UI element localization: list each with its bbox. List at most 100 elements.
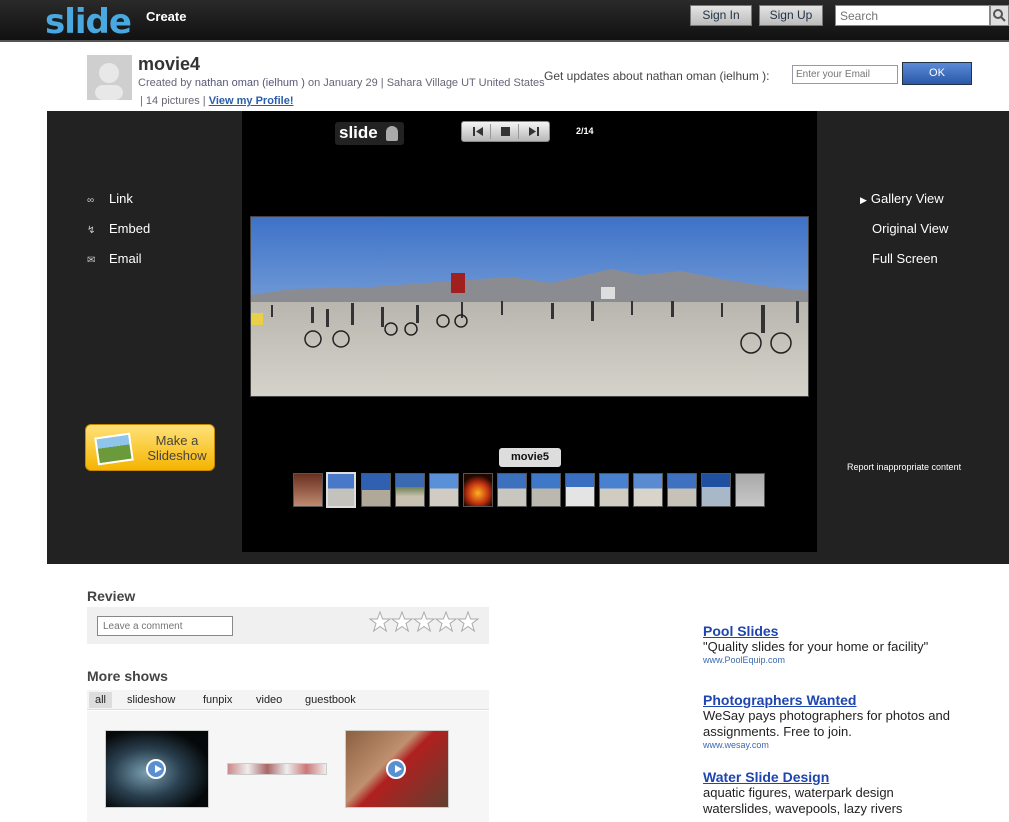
ad-text: "Quality slides for your home or facilit… — [703, 639, 929, 654]
avatar[interactable] — [87, 55, 132, 100]
stop-icon — [501, 127, 510, 136]
show-filter-tabs: all slideshow funpix video guestbook — [87, 690, 489, 710]
play-icon — [386, 759, 406, 779]
slide-counter: 2/14 — [576, 126, 594, 136]
person-icon — [386, 126, 398, 141]
slideshow-stage: slide 2/14 movie5 — [242, 111, 817, 552]
star-icon[interactable] — [413, 611, 435, 633]
sign-up-button[interactable]: Sign Up — [759, 5, 823, 26]
embed-option[interactable]: ↯ Embed — [87, 221, 150, 236]
thumbnail[interactable] — [497, 473, 527, 507]
tab-guestbook[interactable]: guestbook — [299, 692, 362, 708]
top-navigation-bar: slide Create Sign In Sign Up — [0, 0, 1009, 42]
byline: Created by nathan oman (ielhum ) on Janu… — [138, 77, 545, 89]
show-stats: | 14 pictures | View my Profile! — [140, 95, 294, 107]
location: Sahara Village UT United States — [386, 77, 545, 89]
thumbnail[interactable] — [633, 473, 663, 507]
email-option[interactable]: ✉ Email — [87, 251, 142, 266]
view-profile-link[interactable]: View my Profile! — [209, 95, 294, 107]
updates-label: Get updates about nathan oman (ielhum ): — [544, 69, 770, 83]
play-arrow-icon: ▶ — [860, 195, 867, 205]
thumbnail-caption: movie5 — [499, 448, 561, 467]
created-by-prefix: Created by — [138, 77, 192, 89]
ad-title-link[interactable]: Pool Slides — [703, 623, 1003, 639]
tab-slideshow[interactable]: slideshow — [121, 692, 181, 708]
slide-logo[interactable]: slide — [45, 2, 132, 42]
ad-url-link[interactable]: www.wesay.com — [703, 740, 1003, 750]
ad-url-link[interactable]: www.PoolEquip.com — [703, 655, 1003, 665]
link-label: Link — [109, 191, 133, 206]
sponsored-ad: Water Slide Design aquatic figures, wate… — [703, 769, 1003, 817]
review-heading: Review — [87, 588, 136, 604]
picture-count: 14 pictures — [145, 95, 200, 107]
sponsored-ad: Photographers Wanted WeSay pays photogra… — [703, 692, 1003, 750]
tab-funpix[interactable]: funpix — [197, 692, 238, 708]
created-date: on January 29 — [308, 77, 378, 89]
full-screen-option[interactable]: Full Screen — [872, 251, 938, 266]
embed-label: Embed — [109, 221, 151, 236]
star-icon[interactable] — [435, 611, 457, 633]
search-button[interactable] — [990, 5, 1009, 26]
thumbnail[interactable] — [701, 473, 731, 507]
star-icon[interactable] — [457, 611, 479, 633]
ad-title-link[interactable]: Photographers Wanted — [703, 692, 1003, 708]
next-icon — [529, 127, 539, 136]
star-icon[interactable] — [369, 611, 391, 633]
author-link[interactable]: nathan oman (ielhum ) — [195, 77, 305, 89]
star-icon[interactable] — [391, 611, 413, 633]
thumbnail[interactable] — [599, 473, 629, 507]
ad-title-link[interactable]: Water Slide Design — [703, 769, 1003, 785]
thumbnail[interactable] — [395, 473, 425, 507]
playback-controls — [461, 121, 550, 142]
subscribe-ok-button[interactable]: OK — [902, 62, 972, 85]
more-shows-heading: More shows — [87, 668, 168, 684]
page-title: movie4 — [138, 54, 201, 74]
create-link[interactable]: Create — [146, 9, 186, 24]
thumbnail[interactable] — [293, 473, 323, 507]
gallery-view-label: Gallery View — [870, 191, 944, 206]
sponsored-ad: Pool Slides "Quality slides for your hom… — [703, 623, 1003, 665]
review-panel — [87, 607, 489, 644]
slide-badge-label: slide — [339, 123, 378, 142]
embed-icon: ↯ — [87, 225, 96, 236]
ad-text: WeSay pays photographers for photos and … — [703, 708, 950, 739]
tab-all[interactable]: all — [89, 692, 113, 708]
comment-input[interactable] — [97, 616, 233, 636]
thumbnail[interactable] — [531, 473, 561, 507]
thumbnail-selected[interactable] — [326, 472, 356, 508]
tab-video[interactable]: video — [250, 692, 288, 708]
previous-icon — [473, 127, 483, 136]
search-icon — [993, 9, 1006, 22]
search-input[interactable] — [835, 5, 990, 26]
email-icon: ✉ — [87, 255, 96, 266]
show-thumbnail[interactable] — [105, 730, 209, 808]
show-thumbnail[interactable] — [227, 763, 327, 775]
link-option[interactable]: ∞ Link — [87, 191, 133, 206]
photo-icon — [94, 432, 134, 466]
make-slideshow-button[interactable]: Make a Slideshow — [85, 424, 215, 471]
thumbnail[interactable] — [429, 473, 459, 507]
previous-button[interactable] — [465, 124, 491, 139]
next-button[interactable] — [521, 124, 547, 139]
ad-text: aquatic figures, waterpark design waters… — [703, 785, 903, 816]
link-icon: ∞ — [87, 195, 95, 206]
thumbnail[interactable] — [565, 473, 595, 507]
thumbnail[interactable] — [463, 473, 493, 507]
email-field[interactable] — [792, 65, 898, 84]
stop-button[interactable] — [493, 124, 519, 139]
play-icon — [146, 759, 166, 779]
thumbnail[interactable] — [361, 473, 391, 507]
original-view-option[interactable]: Original View — [872, 221, 948, 236]
gallery-view-option[interactable]: ▶ Gallery View — [860, 191, 944, 206]
slideshow-player: ∞ Link ↯ Embed ✉ Email Make a Slideshow sli… — [47, 111, 1009, 564]
slide-badge[interactable]: slide — [335, 122, 404, 145]
more-shows-grid — [87, 711, 489, 822]
report-content-link[interactable]: Report inappropriate content — [847, 462, 961, 472]
make-slideshow-label: Make a Slideshow — [147, 433, 207, 463]
thumbnail[interactable] — [735, 473, 765, 507]
email-label: Email — [109, 251, 142, 266]
main-photo[interactable] — [250, 216, 809, 397]
show-thumbnail[interactable] — [345, 730, 449, 808]
sign-in-button[interactable]: Sign In — [690, 5, 752, 26]
thumbnail[interactable] — [667, 473, 697, 507]
